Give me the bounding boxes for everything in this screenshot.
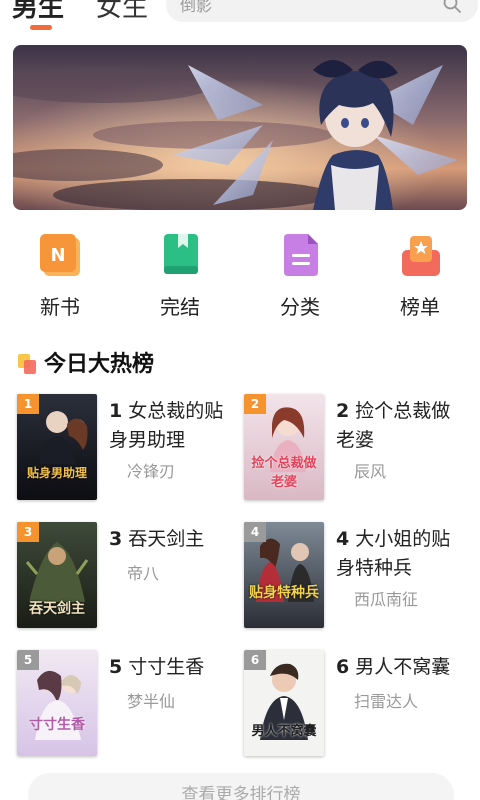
category-nav: N 新书 完结 分类 榜单 bbox=[0, 228, 480, 324]
search-input[interactable] bbox=[180, 0, 430, 16]
ranking-icon bbox=[402, 236, 440, 276]
view-more-rankings-button[interactable]: 查看更多排行榜 bbox=[28, 773, 454, 800]
top-bar: 男生 女生 bbox=[0, 0, 480, 32]
cover-title: 捡个总裁做老婆 bbox=[251, 456, 317, 490]
book-title: 6 男人不窝囊 bbox=[336, 656, 451, 678]
book-author: 冷锋刃 bbox=[127, 462, 176, 481]
book-cover: 5 寸寸生香 bbox=[17, 650, 97, 756]
cover-title: 吞天剑主 bbox=[29, 601, 85, 617]
book-author: 辰风 bbox=[354, 462, 387, 481]
cover-title: 贴身特种兵 bbox=[249, 585, 319, 601]
finished-book-icon bbox=[164, 234, 198, 274]
book-title: 3 吞天剑主 bbox=[109, 528, 205, 550]
category-ranking[interactable]: 榜单 bbox=[380, 228, 460, 324]
book-cover: 4 贴身特种兵 bbox=[244, 522, 324, 628]
active-tab-indicator bbox=[30, 25, 52, 30]
search-box[interactable] bbox=[166, 0, 478, 22]
rank-badge: 1 bbox=[17, 394, 39, 414]
banner-carousel[interactable] bbox=[13, 45, 467, 210]
rank-badge: 2 bbox=[244, 394, 266, 414]
book-author: 扫雷达人 bbox=[354, 692, 419, 711]
book-item[interactable]: 6 男人不窝囊 6 男人不窝囊 扫雷达人 bbox=[244, 650, 474, 760]
new-book-icon: N bbox=[40, 234, 80, 276]
book-cover: 3 吞天剑主 bbox=[17, 522, 97, 628]
book-cover: 6 男人不窝囊 bbox=[244, 650, 324, 756]
rank-badge: 3 bbox=[17, 522, 39, 542]
book-title: 2 捡个总裁做老婆 bbox=[336, 400, 451, 451]
book-item[interactable]: 3 吞天剑主 3 吞天剑主 帝八 bbox=[17, 522, 247, 632]
book-item[interactable]: 2 捡个总裁做老婆 2 捡个总裁做老婆 辰风 bbox=[244, 394, 474, 504]
section-title: 今日大热榜 bbox=[44, 352, 155, 377]
category-classify[interactable]: 分类 bbox=[260, 228, 340, 324]
cover-title: 男人不窝囊 bbox=[251, 724, 317, 739]
book-item[interactable]: 1 贴身男助理 1 女总裁的贴身男助理 冷锋刃 bbox=[17, 394, 247, 504]
category-label: 分类 bbox=[280, 295, 320, 319]
tab-male[interactable]: 男生 bbox=[12, 0, 64, 28]
book-title: 5 寸寸生香 bbox=[109, 656, 205, 678]
rank-badge: 4 bbox=[244, 522, 266, 542]
cover-title: 寸寸生香 bbox=[29, 717, 85, 733]
book-author: 梦半仙 bbox=[127, 692, 176, 711]
cover-title: 贴身男助理 bbox=[26, 466, 87, 480]
category-label: 新书 bbox=[40, 295, 80, 319]
book-title: 4 大小姐的贴身特种兵 bbox=[336, 528, 451, 579]
category-finished[interactable]: 完结 bbox=[140, 228, 220, 324]
book-title: 1 女总裁的贴身男助理 bbox=[109, 400, 224, 451]
search-icon[interactable] bbox=[442, 0, 462, 14]
category-label: 完结 bbox=[160, 295, 200, 319]
rank-badge: 6 bbox=[244, 650, 266, 670]
book-author: 帝八 bbox=[127, 564, 160, 583]
rank-badge: 5 bbox=[17, 650, 39, 670]
book-cover: 1 贴身男助理 bbox=[17, 394, 97, 500]
category-new-books[interactable]: N 新书 bbox=[20, 228, 100, 324]
book-author: 西瓜南征 bbox=[354, 590, 419, 609]
category-label: 榜单 bbox=[400, 295, 440, 319]
svg-text:N: N bbox=[50, 245, 65, 266]
book-item[interactable]: 5 寸寸生香 5 寸寸生香 梦半仙 bbox=[17, 650, 247, 760]
book-cover: 2 捡个总裁做老婆 bbox=[244, 394, 324, 500]
banner-illustration bbox=[13, 45, 467, 210]
hot-list-icon bbox=[18, 354, 36, 374]
tab-female[interactable]: 女生 bbox=[96, 0, 148, 28]
book-item[interactable]: 4 贴身特种兵 4 大小姐的贴身特种兵 西瓜南征 bbox=[244, 522, 474, 632]
category-icon bbox=[284, 234, 318, 276]
